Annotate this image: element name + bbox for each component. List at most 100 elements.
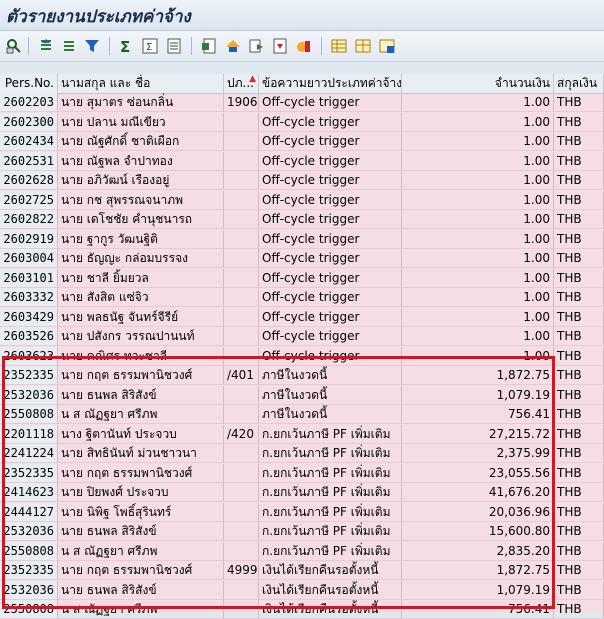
header-name[interactable]: นามสกุล และ ชื่อ <box>58 74 224 93</box>
cell-wagetype[interactable] <box>224 210 259 229</box>
cell-text[interactable]: ก.ยกเว้นภาษี PF เพิ่มเติม <box>259 444 402 463</box>
cell-currency[interactable]: THB <box>554 307 604 327</box>
cell-wagetype[interactable]: 1906 <box>224 93 259 112</box>
table-row[interactable]: 2241224 นาย สิทธินันท์ ม่วนชาวนา ก.ยกเว้นภ… <box>0 444 604 463</box>
table-row[interactable]: 2532036 นาย ธนพล สิริสังข์ ก.ยกเว้นภาษี PF… <box>0 522 604 541</box>
cell-name[interactable]: น ส ณัฏฐยา ศรีภพ <box>58 600 224 619</box>
cell-amount[interactable]: 1.00 <box>402 307 554 327</box>
cell-amount[interactable]: 1.00 <box>402 112 554 132</box>
cell-name[interactable]: นาย ธนพล สิริสังข์ <box>58 522 224 541</box>
cell-text[interactable]: ก.ยกเว้นภาษี PF เพิ่มเติม <box>259 483 402 502</box>
cell-amount[interactable]: 41,676.20 <box>402 483 554 502</box>
cell-text[interactable]: ภาษีในงวดนี้ <box>259 405 402 424</box>
cell-name[interactable]: นาย ธนพล สิริสังข์ <box>58 385 224 405</box>
change-layout-icon[interactable] <box>330 37 348 55</box>
cell-persno[interactable]: 2603429 <box>0 307 58 327</box>
cell-currency[interactable]: THB <box>554 210 604 229</box>
cell-currency[interactable]: THB <box>554 483 604 502</box>
cell-currency[interactable]: THB <box>554 580 604 600</box>
table-row[interactable]: 2532036 นาย ธนพล สิริสังข์ ภาษีในงวดนี้ 1,0… <box>0 385 604 405</box>
cell-wagetype[interactable] <box>224 502 259 522</box>
table-row[interactable]: 2603526 นาย ปสังกร วรรณปานนท์ Off-cycle tr… <box>0 327 604 346</box>
cell-currency[interactable]: THB <box>554 268 604 288</box>
cell-currency[interactable]: THB <box>554 151 604 171</box>
cell-text[interactable]: ภาษีในงวดนี้ <box>259 366 402 385</box>
cell-text[interactable]: Off-cycle trigger <box>259 93 402 112</box>
cell-persno[interactable]: 2602628 <box>0 171 58 190</box>
cell-wagetype[interactable] <box>224 327 259 346</box>
cell-persno[interactable]: 2241224 <box>0 444 58 463</box>
header-text[interactable]: ข้อความยาวประเภทค่าจ้าง <box>259 74 402 93</box>
cell-currency[interactable]: THB <box>554 229 604 249</box>
table-row[interactable]: 2550808 น ส ณัฏฐยา ศรีภพ ภาษีในงวดนี้ 756.4… <box>0 405 604 424</box>
cell-amount[interactable]: 1.00 <box>402 171 554 190</box>
save-layout-icon[interactable] <box>378 37 396 55</box>
export-spreadsheet-icon[interactable] <box>200 37 218 55</box>
cell-text[interactable]: Off-cycle trigger <box>259 229 402 249</box>
cell-persno[interactable]: 2602300 <box>0 112 58 132</box>
cell-text[interactable]: เงินได้เรียกคืนรอตั้งหนี้ <box>259 561 402 580</box>
table-row[interactable]: 2550808 น ส ณัฏฐยา ศรีภพ ก.ยกเว้นภาษี PF เ… <box>0 541 604 561</box>
cell-wagetype[interactable]: /420 <box>224 424 259 444</box>
cell-wagetype[interactable] <box>224 483 259 502</box>
print-preview-icon[interactable] <box>165 37 183 55</box>
table-row[interactable]: 2602628 นาย อภิวัฒน์ เรืองอยู่ Off-cycle t… <box>0 171 604 190</box>
cell-text[interactable]: ก.ยกเว้นภาษี PF เพิ่มเติม <box>259 541 402 561</box>
abc-analysis-icon[interactable] <box>224 37 242 55</box>
header-wagetype[interactable]: ปภ... ▲ <box>224 74 259 93</box>
table-row[interactable]: 2550808 น ส ณัฏฐยา ศรีภพ เงินได้เรียกคืนรอ… <box>0 600 604 619</box>
cell-name[interactable]: น ส ณัฏฐยา ศรีภพ <box>58 405 224 424</box>
cell-persno[interactable]: 2603004 <box>0 249 58 268</box>
cell-amount[interactable]: 1,079.19 <box>402 385 554 405</box>
cell-persno[interactable]: 2532036 <box>0 580 58 600</box>
cell-currency[interactable]: THB <box>554 541 604 561</box>
cell-amount[interactable]: 1.00 <box>402 132 554 151</box>
table-row[interactable]: 2352335 นาย กฤต ธรรมพานิชวงศ์/401 ภาษีในงว… <box>0 366 604 385</box>
cell-name[interactable]: นาย อภิวัฒน์ เรืองอยู่ <box>58 171 224 190</box>
cell-persno[interactable]: 2352335 <box>0 366 58 385</box>
cell-amount[interactable]: 23,055.56 <box>402 463 554 483</box>
table-row[interactable]: 2602725 นาย กช สุพรรณจนาภพ Off-cycle trigg… <box>0 190 604 210</box>
cell-text[interactable]: ก.ยกเว้นภาษี PF เพิ่มเติม <box>259 463 402 483</box>
cell-wagetype[interactable] <box>224 151 259 171</box>
cell-amount[interactable]: 1.00 <box>402 327 554 346</box>
cell-wagetype[interactable] <box>224 190 259 210</box>
cell-name[interactable]: นาย ณัฐพล จำปาทอง <box>58 151 224 171</box>
sort-ascending-icon[interactable] <box>37 37 55 55</box>
subtotal-icon[interactable]: Σ <box>141 37 159 55</box>
cell-name[interactable]: นาย เดโชชัย คำนุชนารถ <box>58 210 224 229</box>
cell-persno[interactable]: 2201118 <box>0 424 58 444</box>
cell-currency[interactable]: THB <box>554 405 604 424</box>
table-row[interactable]: 2602434 นาย ณัฐศักดิ์ ชาติเผือก Off-cycle … <box>0 132 604 151</box>
cell-amount[interactable]: 20,036.96 <box>402 502 554 522</box>
cell-currency[interactable]: THB <box>554 346 604 366</box>
cell-name[interactable]: นาย ธนพล สิริสังข์ <box>58 580 224 600</box>
sort-descending-icon[interactable] <box>60 37 78 55</box>
cell-name[interactable]: น ส ณัฏฐยา ศรีภพ <box>58 541 224 561</box>
table-row[interactable]: 2603004 นาย ธัญญะ กล่อมบรรจง Off-cycle tri… <box>0 249 604 268</box>
cell-amount[interactable]: 756.41 <box>402 600 554 619</box>
cell-currency[interactable]: THB <box>554 190 604 210</box>
cell-persno[interactable]: 2352335 <box>0 463 58 483</box>
cell-currency[interactable]: THB <box>554 366 604 385</box>
cell-text[interactable]: เงินได้เรียกคืนรอตั้งหนี้ <box>259 600 402 619</box>
cell-persno[interactable]: 2550808 <box>0 541 58 561</box>
cell-persno[interactable]: 2550808 <box>0 600 58 619</box>
local-file-icon[interactable] <box>271 37 289 55</box>
cell-name[interactable]: นาย สิทธินันท์ ม่วนชาวนา <box>58 444 224 463</box>
cell-currency[interactable]: THB <box>554 327 604 346</box>
cell-amount[interactable]: 1.00 <box>402 346 554 366</box>
cell-text[interactable]: Off-cycle trigger <box>259 210 402 229</box>
cell-amount[interactable]: 1.00 <box>402 249 554 268</box>
cell-wagetype[interactable] <box>224 522 259 541</box>
cell-wagetype[interactable] <box>224 385 259 405</box>
word-processing-icon[interactable] <box>247 37 265 55</box>
table-row[interactable]: 2444127 นาย นิพิฐ โพธิ์สุรินทร์ ก.ยกเว้นภา… <box>0 502 604 522</box>
table-row[interactable]: 2201118 นาง ฐิตานันท์ ประจวบ/420 ก.ยกเว้นภ… <box>0 424 604 444</box>
cell-name[interactable]: นาย ปลาน มณีเขียว <box>58 112 224 132</box>
cell-text[interactable]: ก.ยกเว้นภาษี PF เพิ่มเติม <box>259 424 402 444</box>
cell-name[interactable]: นาง ฐิตานันท์ ประจวบ <box>58 424 224 444</box>
cell-name[interactable]: นาย สุมาตร ซ่อนกลิ่น <box>58 93 224 112</box>
cell-currency[interactable]: THB <box>554 561 604 580</box>
cell-amount[interactable]: 15,600.80 <box>402 522 554 541</box>
